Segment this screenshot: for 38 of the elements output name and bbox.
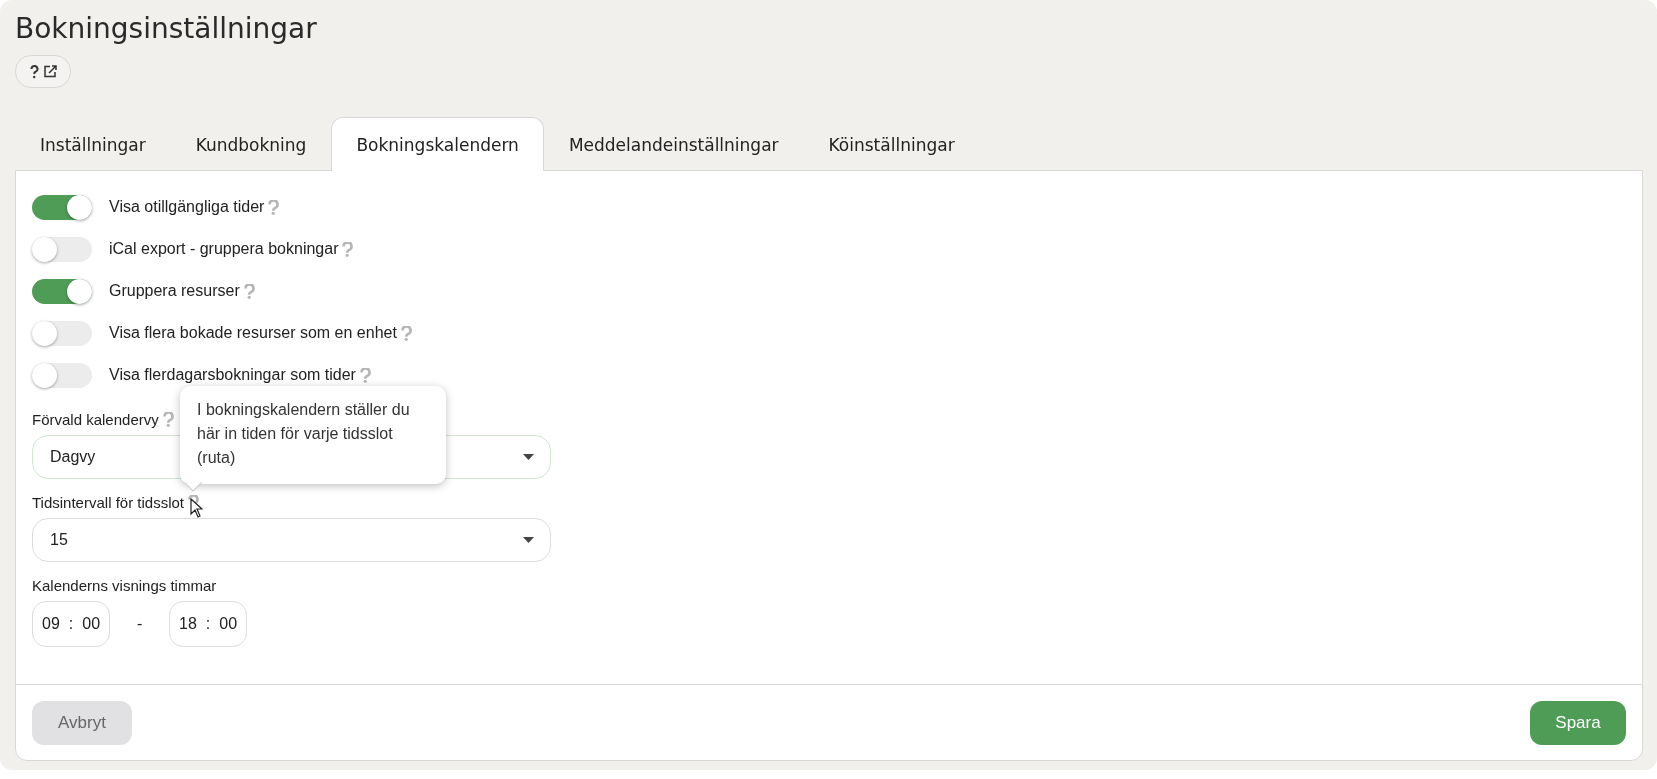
- toggle-label: iCal export - gruppera bokningar: [109, 240, 339, 258]
- time-field[interactable]: 09 : 00: [32, 601, 111, 647]
- range-dash: -: [135, 615, 144, 633]
- help-icon[interactable]: [243, 283, 255, 299]
- caret-icon: [523, 537, 534, 543]
- tab[interactable]: Meddelandeinställningar: [543, 117, 804, 171]
- tooltip: I bokningskalendern ställer du här in tiden för varje tidsslot (ruta): [180, 385, 446, 484]
- field-label: Förvald kalendervy: [32, 410, 159, 428]
- help-icon[interactable]: [359, 367, 371, 383]
- tab[interactable]: Köinställningar: [803, 117, 980, 171]
- toggle-switch[interactable]: [32, 236, 92, 262]
- toggle-switch[interactable]: [32, 320, 92, 346]
- help-icon[interactable]: [162, 411, 174, 427]
- tab[interactable]: Bokningskalendern: [331, 117, 544, 171]
- cursor-icon: [190, 497, 203, 518]
- caret-icon: [523, 454, 534, 460]
- toggle-switch[interactable]: [32, 278, 92, 304]
- field-label: Kalenderns visnings timmar: [32, 576, 217, 594]
- help-icon[interactable]: [342, 241, 354, 257]
- toggle-switch[interactable]: [32, 194, 92, 220]
- help-link-button[interactable]: [15, 55, 71, 88]
- toggle-switch[interactable]: [32, 362, 92, 388]
- cancel-button[interactable]: Avbryt: [32, 700, 132, 745]
- help-icon[interactable]: [268, 199, 280, 215]
- page-title: Bokningsinställningar: [15, 11, 318, 47]
- tab[interactable]: Kundbokning: [170, 117, 332, 171]
- field-label: Tidsintervall för tidsslot: [32, 493, 184, 511]
- toggle-label: Visa otillgängliga tider: [109, 198, 265, 216]
- toggle-label: Visa flerdagarsbokningar som tider: [109, 366, 356, 384]
- external-link-icon: [43, 65, 57, 78]
- dropdown-select[interactable]: 15: [32, 518, 551, 562]
- time-field[interactable]: 18 : 00: [169, 601, 248, 647]
- help-icon[interactable]: [400, 325, 412, 341]
- tooltip-pointer: [183, 482, 203, 492]
- toggle-label: Visa flera bokade resurser som en enhet: [109, 324, 397, 342]
- help-icon: [29, 64, 39, 79]
- tab[interactable]: Inställningar: [15, 117, 171, 171]
- toggle-label: Gruppera resurser: [109, 282, 240, 300]
